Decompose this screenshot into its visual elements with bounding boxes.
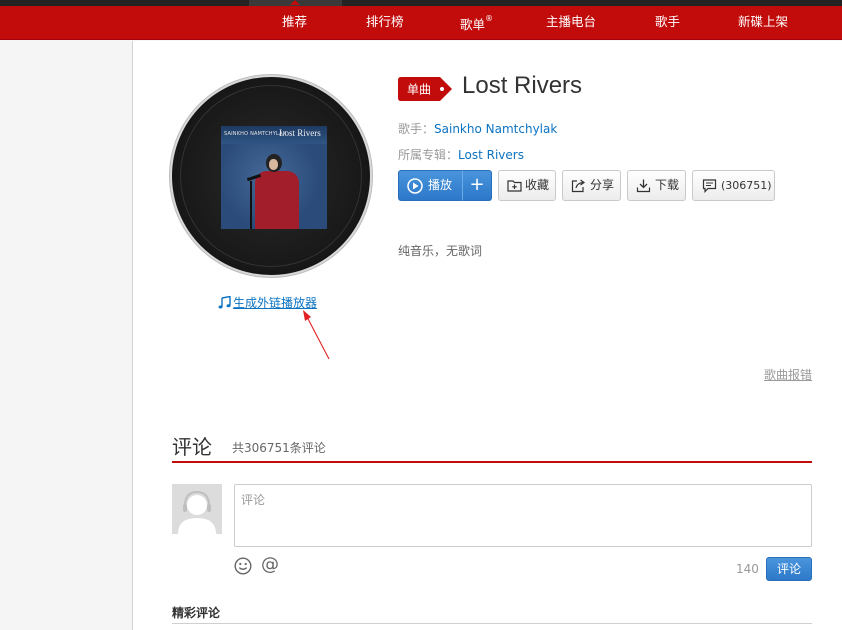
share-icon <box>571 179 586 193</box>
comment-icon <box>702 179 717 193</box>
song-artist-row: 歌手：Sainkho Namtchylak <box>398 120 557 137</box>
folder-plus-icon <box>507 180 522 192</box>
avatar <box>172 484 222 534</box>
char-limit-counter: 140 <box>736 562 759 576</box>
nav-item-new-albums[interactable]: 新碟上架 <box>738 6 788 40</box>
play-button-label: 播放 <box>428 178 453 192</box>
nav-item-charts[interactable]: 排行榜 <box>366 6 404 40</box>
artist-link[interactable]: Sainkho Namtchylak <box>434 122 557 136</box>
comment-count-label: (306751) <box>721 179 772 192</box>
collect-button-label: 收藏 <box>525 178 550 192</box>
artist-label: 歌手： <box>398 122 435 136</box>
submit-comment-button[interactable]: 评论 <box>766 557 812 581</box>
emoji-icon[interactable] <box>234 557 252 575</box>
comments-title: 评论 <box>172 435 212 459</box>
hot-comments-divider <box>172 623 812 624</box>
add-to-playlist-button[interactable]: + <box>462 170 492 201</box>
cover-artist-text: SAINKHO NAMTCHYLAK <box>224 131 287 137</box>
generate-player-link[interactable]: 生成外链播放器 <box>218 294 317 311</box>
sub-nav-bar: 推荐 排行榜 歌单® 主播电台 歌手 新碟上架 <box>0 6 842 40</box>
nav-item-label: 排行榜 <box>366 14 404 29</box>
cover-title-text: Lost Rivers <box>279 128 321 138</box>
cover-figure-body <box>255 171 299 229</box>
collect-button[interactable]: 收藏 <box>498 170 556 201</box>
share-button[interactable]: 分享 <box>562 170 621 201</box>
cover-mic-stand <box>250 181 252 229</box>
play-circle-icon <box>407 178 423 194</box>
nav-item-label: 推荐 <box>282 14 308 29</box>
cover-figure-face <box>269 159 278 170</box>
album-cover: SAINKHO NAMTCHYLAK Lost Rivers <box>221 126 327 229</box>
nav-item-playlists[interactable]: 歌单® <box>460 6 493 40</box>
song-album-row: 所属专辑：Lost Rivers <box>398 146 524 163</box>
single-tag-label: 单曲 <box>407 83 431 97</box>
nav-item-label: 歌手 <box>655 14 681 29</box>
nav-item-label: 主播电台 <box>546 14 597 29</box>
comments-count: 共306751条评论 <box>232 441 326 455</box>
generate-player-link-label: 生成外链播放器 <box>233 296 318 310</box>
active-nav-caret-icon <box>290 0 300 5</box>
comment-input[interactable] <box>234 484 812 547</box>
single-tag-badge: 单曲 <box>398 77 452 101</box>
download-icon <box>636 179 651 193</box>
song-title: Lost Rivers <box>462 72 583 99</box>
comments-divider <box>172 461 812 463</box>
hot-comments-title: 精彩评论 <box>172 606 221 620</box>
share-button-label: 分享 <box>590 178 615 192</box>
download-button-label: 下载 <box>655 178 680 192</box>
default-avatar-icon <box>172 484 222 534</box>
left-sidebar <box>0 41 133 630</box>
play-button[interactable]: 播放 <box>398 170 463 201</box>
music-note-icon <box>218 295 231 309</box>
album-label: 所属专辑： <box>398 148 459 162</box>
album-link[interactable]: Lost Rivers <box>458 148 524 162</box>
mention-at-button[interactable]: @ <box>261 554 279 575</box>
report-error-link[interactable]: 歌曲报错 <box>764 366 812 383</box>
nav-item-label: 歌单 <box>460 17 486 33</box>
comment-count-button[interactable]: (306751) <box>692 170 775 201</box>
annotation-arrow-icon <box>303 310 330 360</box>
download-button[interactable]: 下载 <box>627 170 686 201</box>
lyric-note: 纯音乐，无歌词 <box>398 244 483 258</box>
nav-item-recommend[interactable]: 推荐 <box>282 6 307 40</box>
nav-item-artists[interactable]: 歌手 <box>655 6 680 40</box>
nav-item-label: 新碟上架 <box>738 14 789 29</box>
registered-mark: ® <box>485 14 494 23</box>
nav-item-radio[interactable]: 主播电台 <box>546 6 596 40</box>
